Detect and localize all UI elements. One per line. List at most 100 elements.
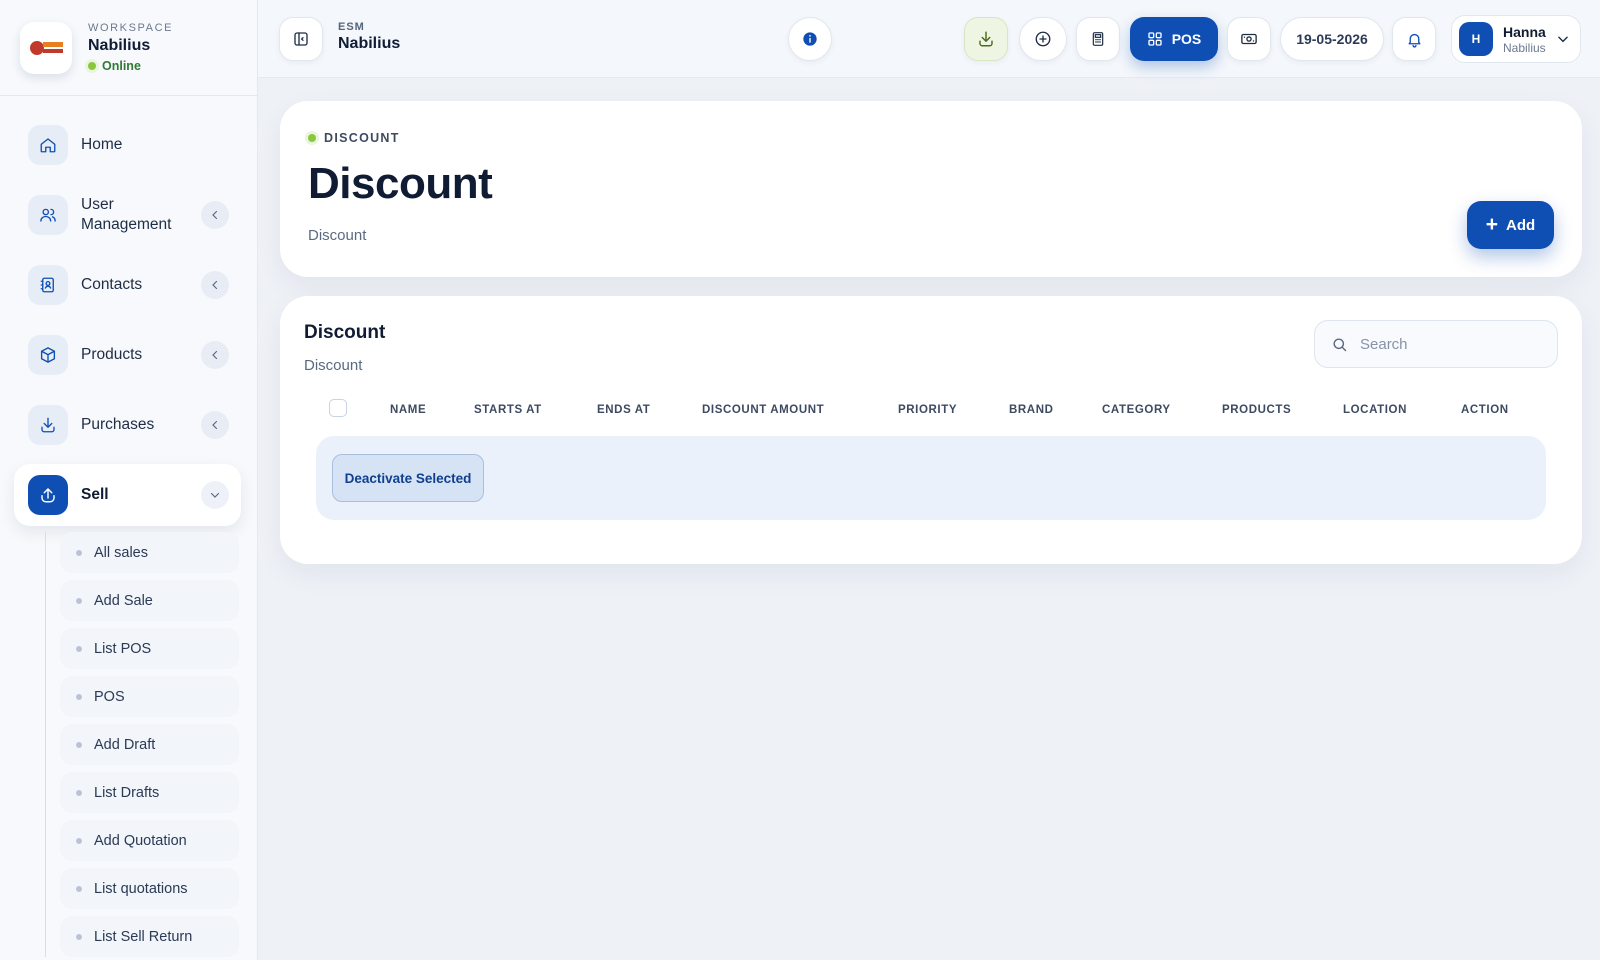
- column-header[interactable]: LOCATION: [1343, 404, 1407, 416]
- sidebar-nav: Home User Management Contacts Products P…: [0, 96, 257, 957]
- grid-icon: [1148, 32, 1162, 46]
- bell-icon: [1408, 33, 1420, 48]
- chevron-left-icon[interactable]: [201, 201, 229, 229]
- esm-block: ESM Nabilius: [338, 21, 400, 53]
- sidebar-item-label: Sell: [81, 486, 109, 503]
- cash-button[interactable]: [1227, 17, 1271, 61]
- user-menu[interactable]: H Hanna Nabilius: [1451, 15, 1581, 63]
- upload-icon: [28, 475, 68, 515]
- avatar: H: [1459, 22, 1493, 56]
- workspace-label: WORKSPACE: [88, 22, 174, 34]
- workspace-name: Nabilius: [88, 37, 151, 54]
- download-icon: [28, 405, 68, 445]
- submenu-item-add-sale[interactable]: Add Sale: [60, 580, 239, 621]
- chevron-down-icon[interactable]: [201, 481, 229, 509]
- deactivate-selected-button[interactable]: Deactivate Selected: [332, 454, 484, 502]
- search-box: [1314, 320, 1558, 368]
- topbar: ESM Nabilius POS 19-05-2026 H Hanna Nabi…: [258, 0, 1600, 78]
- online-dot: [88, 62, 96, 70]
- users-icon: [28, 195, 68, 235]
- bullet-icon: [76, 837, 82, 844]
- chevron-left-icon[interactable]: [201, 411, 229, 439]
- column-header[interactable]: STARTS AT: [474, 404, 542, 416]
- info-button[interactable]: [788, 17, 832, 61]
- column-header[interactable]: NAME: [390, 404, 426, 416]
- sidebar-item-products[interactable]: Products: [14, 324, 241, 386]
- sidebar-item-user-management[interactable]: User Management: [14, 184, 241, 246]
- sidebar-item-contacts[interactable]: Contacts: [14, 254, 241, 316]
- bullet-icon: [76, 597, 82, 604]
- column-header[interactable]: PRIORITY: [898, 404, 957, 416]
- sidebar-item-purchases[interactable]: Purchases: [14, 394, 241, 456]
- toggle-sidebar-button[interactable]: [279, 17, 323, 61]
- table-title: Discount: [304, 322, 386, 343]
- plus-icon: +: [1485, 213, 1499, 236]
- esm-label: ESM: [338, 21, 365, 33]
- table-header-row: NAME STARTS AT ENDS AT DISCOUNT AMOUNT P…: [304, 392, 1558, 428]
- sidebar: WORKSPACE Nabilius Online Home User Mana…: [0, 0, 258, 960]
- column-header[interactable]: PRODUCTS: [1222, 404, 1291, 416]
- search-icon: [1333, 337, 1347, 351]
- add-circle-button[interactable]: [1019, 17, 1067, 61]
- submenu-item-pos[interactable]: POS: [60, 676, 239, 717]
- sidebar-item-label: Products: [81, 346, 143, 363]
- add-discount-button[interactable]: + Add: [1467, 201, 1554, 249]
- calculator-button[interactable]: [1076, 17, 1120, 61]
- info-icon: [803, 32, 817, 46]
- sidebar-item-label: Purchases: [81, 416, 155, 433]
- sidebar-item-home[interactable]: Home: [14, 114, 241, 176]
- page-header-card: DISCOUNT Discount Discount + Add: [280, 101, 1582, 277]
- date-display[interactable]: 19-05-2026: [1280, 17, 1384, 61]
- bullet-icon: [76, 741, 82, 748]
- submenu-item-list-drafts[interactable]: List Drafts: [60, 772, 239, 813]
- column-header[interactable]: BRAND: [1009, 404, 1054, 416]
- column-header[interactable]: DISCOUNT AMOUNT: [702, 404, 824, 416]
- notifications-button[interactable]: [1392, 17, 1436, 61]
- column-header[interactable]: ENDS AT: [597, 404, 650, 416]
- column-header: ACTION: [1461, 404, 1509, 416]
- workspace-status: Online: [88, 59, 173, 73]
- page-subtitle: Discount: [308, 227, 367, 244]
- calculator-icon: [1092, 32, 1104, 46]
- select-all-checkbox[interactable]: [329, 399, 347, 417]
- chevron-left-icon[interactable]: [201, 341, 229, 369]
- bullet-icon: [76, 885, 82, 892]
- cash-icon: [1241, 33, 1257, 45]
- download-icon: [979, 31, 993, 47]
- plus-circle-icon: [1035, 31, 1051, 47]
- sidebar-item-sell[interactable]: Sell: [14, 464, 241, 526]
- workspace-logo: [20, 21, 72, 74]
- submenu-item-all-sales[interactable]: All sales: [60, 532, 239, 573]
- workspace-header: WORKSPACE Nabilius Online: [0, 0, 257, 96]
- breadcrumb-dot-icon: [308, 134, 316, 142]
- sidebar-item-label: Home: [81, 136, 123, 153]
- submenu-item-add-quotation[interactable]: Add Quotation: [60, 820, 239, 861]
- submenu-item-add-draft[interactable]: Add Draft: [60, 724, 239, 765]
- esm-name: Nabilius: [338, 35, 401, 52]
- submenu-item-list-sell-return[interactable]: List Sell Return: [60, 916, 239, 957]
- table-subtitle: Discount: [304, 357, 363, 374]
- chevron-down-icon: [1558, 36, 1568, 43]
- contacts-icon: [28, 265, 68, 305]
- home-icon: [28, 125, 68, 165]
- submenu-item-list-quotations[interactable]: List quotations: [60, 868, 239, 909]
- table-footer-row: Deactivate Selected: [316, 436, 1546, 520]
- search-input[interactable]: [1360, 335, 1540, 353]
- pos-button[interactable]: POS: [1130, 17, 1218, 61]
- submenu-item-list-pos[interactable]: List POS: [60, 628, 239, 669]
- column-header[interactable]: CATEGORY: [1102, 404, 1171, 416]
- sell-submenu: All sales Add Sale List POS POS Add Draf…: [45, 532, 257, 957]
- download-button[interactable]: [964, 17, 1008, 61]
- sidebar-toggle-icon: [294, 32, 308, 46]
- bullet-icon: [76, 933, 82, 940]
- page-title: Discount: [308, 159, 493, 208]
- breadcrumb: DISCOUNT: [308, 131, 400, 145]
- sidebar-item-label: Contacts: [81, 276, 143, 293]
- box-icon: [28, 335, 68, 375]
- bullet-icon: [76, 693, 82, 700]
- user-org: Nabilius: [1503, 40, 1546, 55]
- chevron-left-icon[interactable]: [201, 271, 229, 299]
- discount-table-card: Discount Discount NAME STARTS AT ENDS AT…: [280, 296, 1582, 564]
- pos-label: POS: [1171, 31, 1202, 47]
- user-name: Hanna: [1503, 23, 1546, 40]
